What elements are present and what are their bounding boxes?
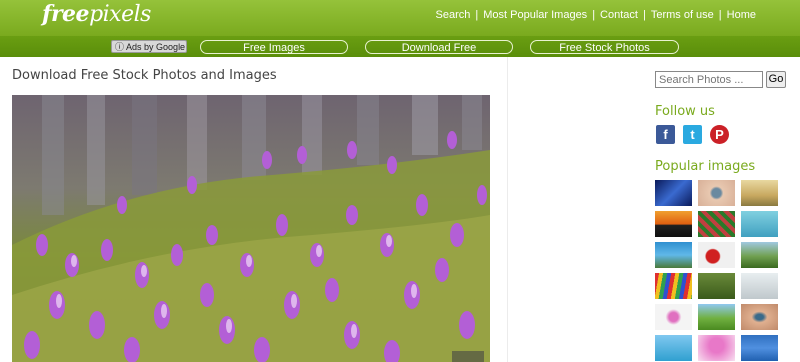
site-header: freepixels Search | Most Popular Images | Co… [0,0,800,36]
popular-thumb[interactable] [698,242,735,268]
follow-us-heading: Follow us [655,104,715,119]
popular-thumb[interactable] [698,304,735,330]
twitter-icon[interactable]: t [683,125,702,144]
nav-home[interactable]: Home [727,9,756,21]
popular-thumb[interactable] [655,273,692,299]
facebook-icon[interactable]: f [656,125,675,144]
popular-thumb[interactable] [698,273,735,299]
popular-thumb[interactable] [655,180,692,206]
top-navigation: Search | Most Popular Images | Contact | Terms… [435,9,756,21]
nav-most-popular[interactable]: Most Popular Images [483,9,587,21]
ad-link-bar: ⓘ Ads by Google Free Images Download Fre… [0,36,800,57]
popular-thumb[interactable] [698,180,735,206]
popular-thumb[interactable] [698,335,735,361]
nav-search[interactable]: Search [436,9,471,21]
info-icon: ⓘ [115,42,125,52]
nav-terms[interactable]: Terms of use [651,9,714,21]
pinterest-icon[interactable]: P [710,125,729,144]
featured-photo[interactable] [12,95,490,362]
search-go-button[interactable]: Go [766,71,786,88]
popular-thumb[interactable] [741,335,778,361]
popular-thumb[interactable] [655,335,692,361]
popular-thumb[interactable] [655,242,692,268]
popular-thumb[interactable] [698,211,735,237]
popular-thumb[interactable] [741,304,778,330]
search-input[interactable] [655,71,763,88]
popular-thumb[interactable] [741,211,778,237]
popular-images-heading: Popular images [655,159,756,174]
ad-link-free-images[interactable]: Free Images [200,40,348,54]
popular-thumb[interactable] [655,211,692,237]
popular-thumb[interactable] [741,242,778,268]
ads-by-google-label[interactable]: ⓘ Ads by Google [111,40,187,53]
popular-thumb[interactable] [741,180,778,206]
nav-contact[interactable]: Contact [600,9,638,21]
ad-link-download-free[interactable]: Download Free [365,40,513,54]
popular-thumb[interactable] [655,304,692,330]
popular-thumb[interactable] [741,273,778,299]
site-logo[interactable]: freepixels [42,1,151,27]
ad-link-free-stock-photos[interactable]: Free Stock Photos [530,40,679,54]
column-divider [507,57,508,362]
page-title: Download Free Stock Photos and Images [12,68,277,83]
